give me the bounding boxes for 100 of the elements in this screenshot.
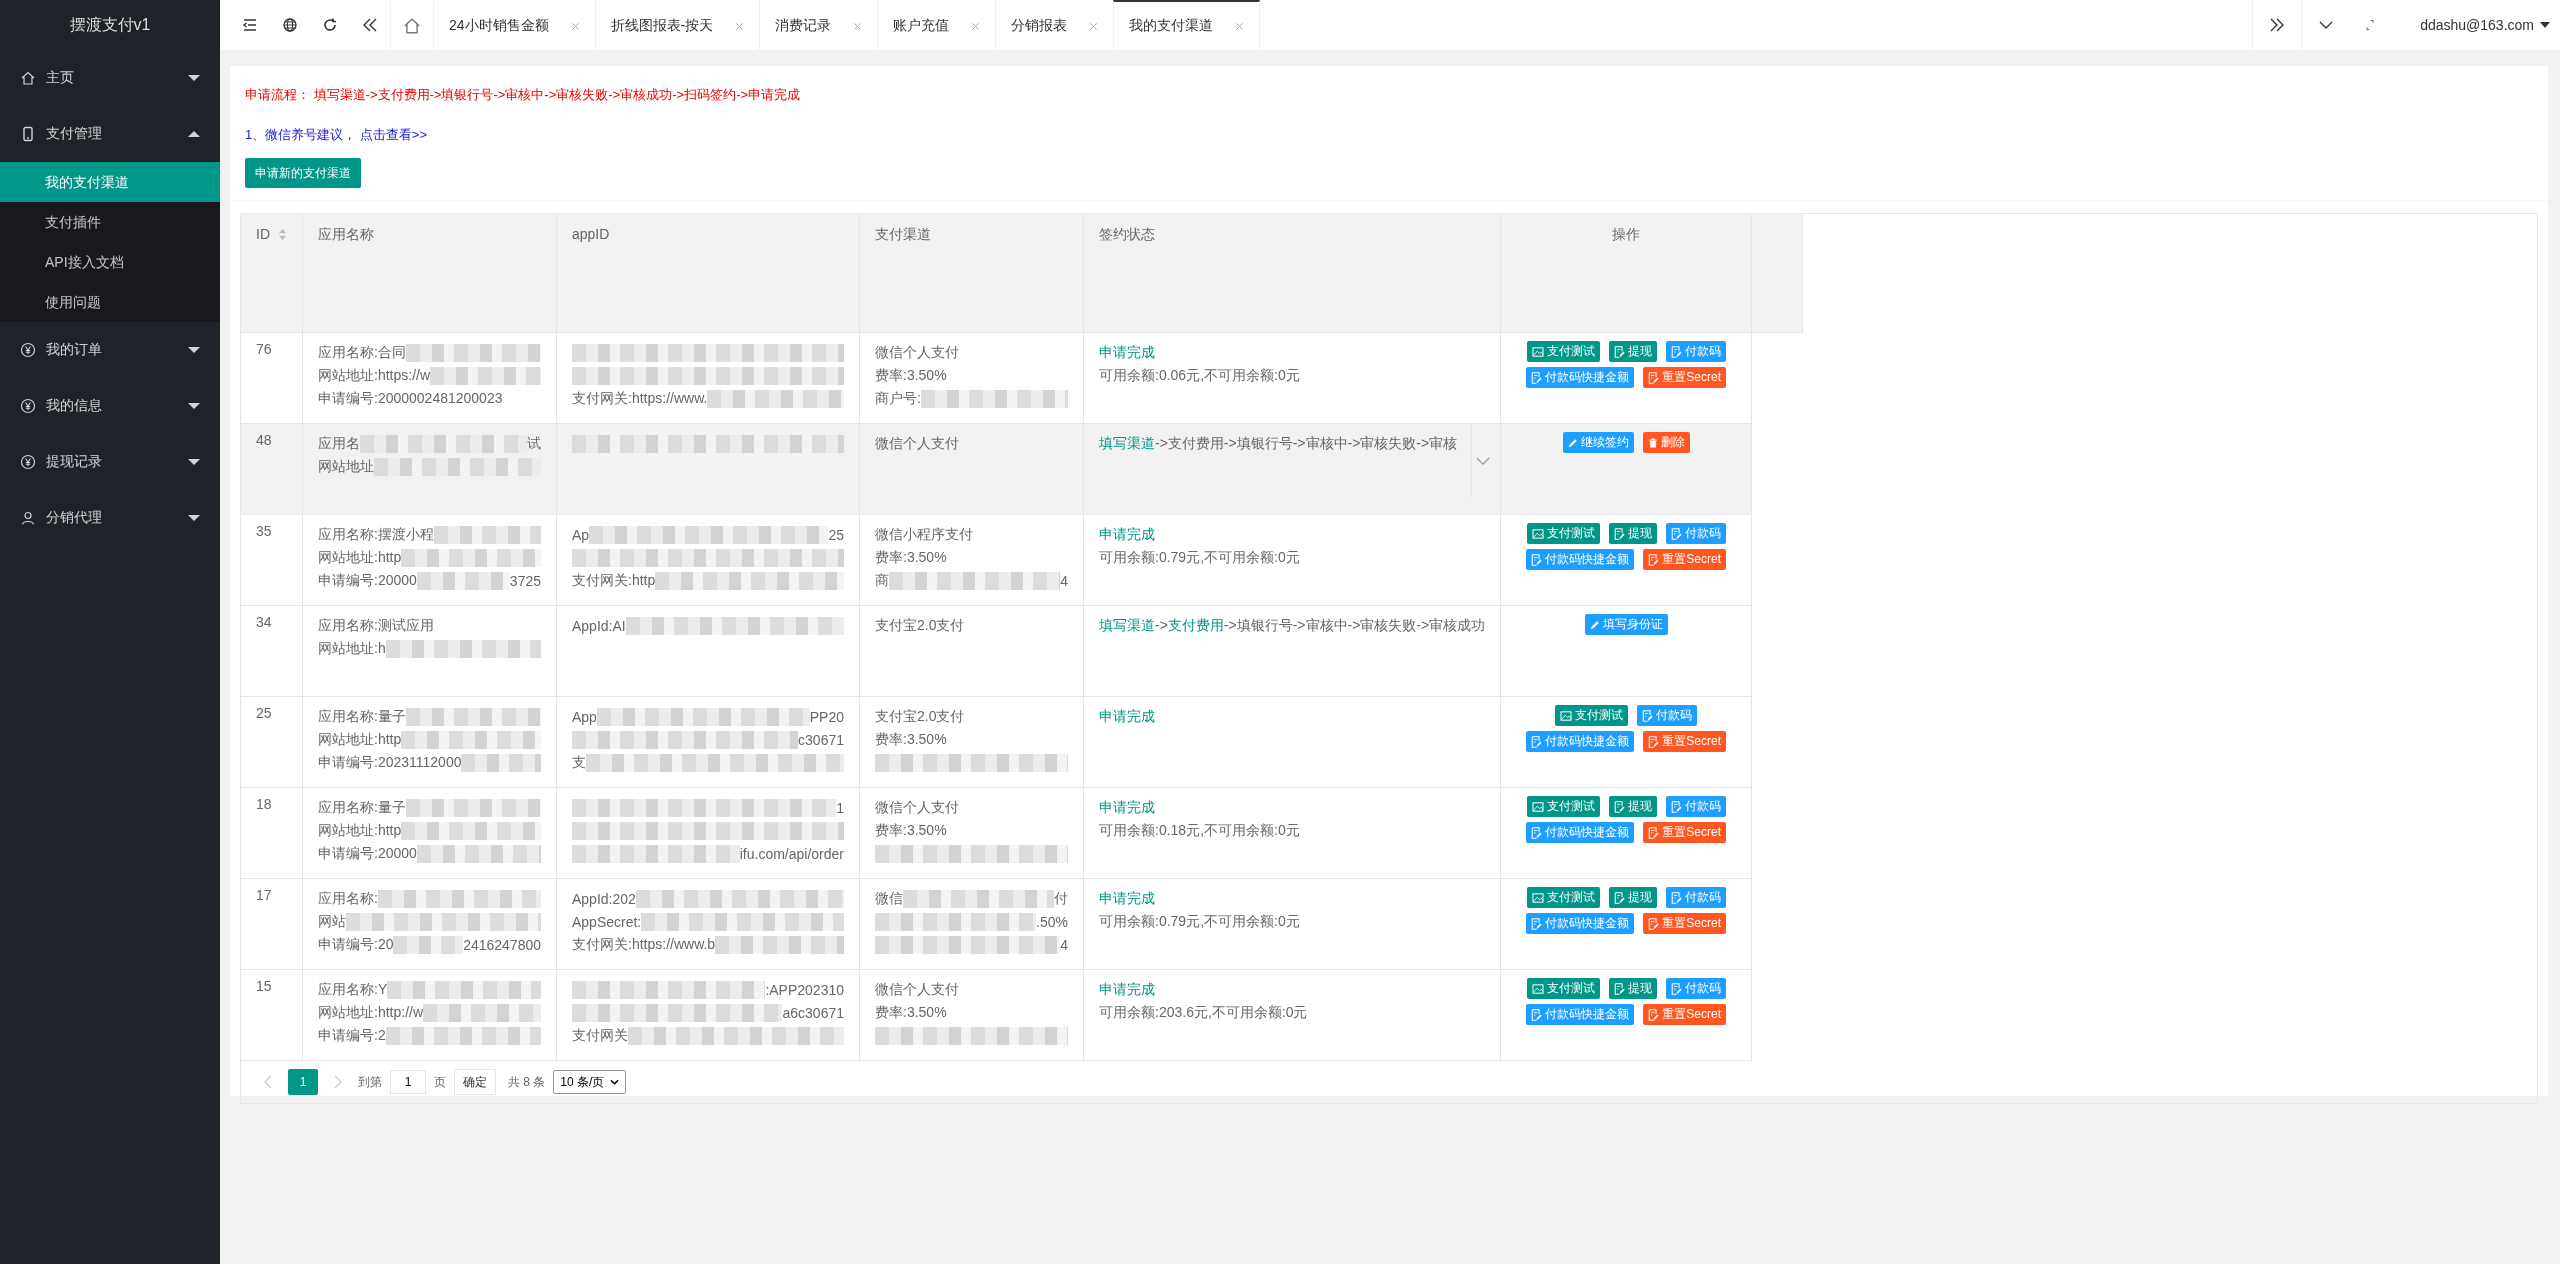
- action-button[interactable]: 重置Secret: [1643, 731, 1727, 752]
- action-button[interactable]: 支付测试: [1526, 796, 1600, 817]
- cell-text: 支付宝2.0支付: [875, 616, 965, 635]
- home-icon: [403, 17, 421, 35]
- page-number[interactable]: 1: [288, 1069, 318, 1095]
- action-button[interactable]: 提现: [1608, 523, 1657, 544]
- fullscreen-icon[interactable]: [2364, 19, 2377, 31]
- action-button[interactable]: 支付测试: [1526, 887, 1600, 908]
- menu-item[interactable]: 支付管理: [0, 106, 220, 162]
- action-button[interactable]: 支付测试: [1526, 978, 1600, 999]
- action-button[interactable]: 支付测试: [1555, 705, 1629, 726]
- action-button[interactable]: 提现: [1608, 978, 1657, 999]
- action-button[interactable]: 付款码: [1665, 341, 1726, 362]
- submenu-item[interactable]: API接入文档: [0, 242, 220, 282]
- page-tab[interactable]: 24小时销售金额: [433, 0, 595, 50]
- status-text: 申请完成: [1099, 707, 1156, 726]
- action-button[interactable]: 重置Secret: [1643, 1004, 1727, 1025]
- globe-icon[interactable]: [282, 17, 298, 33]
- action-button[interactable]: 付款码快捷金额: [1526, 731, 1635, 752]
- app-title: 摆渡支付v1: [68, 15, 152, 35]
- action-button[interactable]: 继续签约: [1562, 432, 1634, 453]
- cell-text: a6c30671: [782, 1004, 844, 1021]
- menu-item[interactable]: 我的订单: [0, 322, 220, 378]
- close-icon[interactable]: [735, 21, 745, 31]
- sort-icon[interactable]: [278, 227, 287, 241]
- page-input[interactable]: 1: [390, 1070, 426, 1094]
- cell-text: 应用名称:Y: [318, 980, 388, 999]
- action-button[interactable]: 提现: [1608, 341, 1657, 362]
- action-button[interactable]: 付款码快捷金额: [1526, 913, 1635, 934]
- menu-fold-icon[interactable]: [242, 17, 258, 33]
- action-button[interactable]: 重置Secret: [1643, 822, 1727, 843]
- submenu-item[interactable]: 我的支付渠道: [0, 162, 220, 202]
- status-text: 申请完成: [1099, 525, 1156, 544]
- cell-text: 支付网关:https://www.: [572, 389, 708, 408]
- close-icon[interactable]: [853, 21, 863, 31]
- action-button[interactable]: 提现: [1608, 887, 1657, 908]
- action-button[interactable]: 付款码快捷金额: [1526, 1004, 1635, 1025]
- close-icon[interactable]: [570, 21, 580, 31]
- action-button[interactable]: 删除: [1642, 432, 1690, 453]
- menu-item[interactable]: 我的信息: [0, 378, 220, 434]
- balance-text: 可用余额:0.06元,不可用余额:0元: [1099, 365, 1301, 385]
- menu-item[interactable]: 提现记录: [0, 434, 220, 490]
- action-button[interactable]: 重置Secret: [1643, 913, 1727, 934]
- cell-text: 微信: [875, 889, 903, 908]
- action-button[interactable]: 提现: [1608, 796, 1657, 817]
- status-text: 申请完成: [1099, 343, 1156, 362]
- caret-down-icon: [610, 1079, 620, 1085]
- action-button[interactable]: 付款码: [1665, 796, 1726, 817]
- action-button[interactable]: 付款码快捷金额: [1526, 367, 1635, 388]
- close-icon[interactable]: [1235, 21, 1245, 31]
- picture-icon: [1560, 710, 1573, 721]
- cell-text: 应用名称:摆渡小程: [318, 525, 434, 544]
- action-button[interactable]: 付款码快捷金额: [1526, 822, 1635, 843]
- page-size-select[interactable]: 10 条/页: [553, 1070, 627, 1094]
- double-right-icon[interactable]: [2269, 17, 2286, 33]
- action-button[interactable]: 重置Secret: [1643, 549, 1727, 570]
- action-button[interactable]: 付款码: [1665, 978, 1726, 999]
- action-button[interactable]: 支付测试: [1526, 341, 1600, 362]
- cell-text: 网站地址:http: [318, 548, 402, 567]
- action-button[interactable]: 付款码快捷金额: [1526, 549, 1635, 570]
- column-header: 操作: [1500, 214, 1752, 333]
- page-tab[interactable]: 我的支付渠道: [1113, 0, 1261, 50]
- caret-down-icon: [2540, 22, 2550, 28]
- submenu-item[interactable]: 使用问题: [0, 282, 220, 322]
- close-icon[interactable]: [971, 21, 981, 31]
- submenu-item[interactable]: 支付插件: [0, 202, 220, 242]
- confirm-button[interactable]: 确定: [454, 1069, 496, 1095]
- menu-item[interactable]: 分销代理: [0, 490, 220, 546]
- cell-text: AppId:AI: [572, 617, 626, 634]
- picture-icon: [1531, 892, 1544, 903]
- cell-text: 付: [1054, 889, 1068, 908]
- page-tab[interactable]: 账户充值: [877, 0, 996, 50]
- cell-text: 应用名称:量子: [318, 707, 406, 726]
- action-button[interactable]: 付款码: [1665, 887, 1726, 908]
- previous-page-icon[interactable]: [264, 1075, 272, 1089]
- double-left-icon[interactable]: [362, 17, 378, 33]
- close-icon[interactable]: [1089, 21, 1099, 31]
- status-text: 申请完成: [1099, 980, 1156, 999]
- user-menu[interactable]: ddashu@163.com: [2390, 0, 2560, 50]
- table-cell: 15: [241, 969, 303, 1061]
- next-page-icon[interactable]: [334, 1075, 342, 1089]
- apply-button[interactable]: 申请新的支付渠道: [245, 158, 361, 188]
- action-button[interactable]: 支付测试: [1526, 523, 1600, 544]
- cell-text: 应用名称:量子: [318, 798, 406, 817]
- action-button[interactable]: 重置Secret: [1643, 367, 1727, 388]
- action-button[interactable]: 填写身份证: [1584, 614, 1668, 635]
- refresh-icon[interactable]: [322, 17, 338, 33]
- edit-document-icon: [1648, 553, 1660, 566]
- edit-document-icon: [1531, 371, 1543, 384]
- cell-text: :APP202310: [765, 981, 844, 998]
- caret-down-icon: [188, 346, 200, 354]
- action-button[interactable]: 付款码: [1637, 705, 1698, 726]
- page-tab[interactable]: 消费记录: [759, 0, 878, 50]
- balance-text: 可用余额:0.79元,不可用余额:0元: [1099, 547, 1301, 567]
- pencil-icon: [1589, 619, 1600, 630]
- menu-item[interactable]: 主页: [0, 50, 220, 106]
- page-tab[interactable]: 折线图报表-按天: [594, 0, 760, 50]
- tip-link[interactable]: 1、微信养号建议， 点击查看>>: [245, 126, 428, 144]
- action-button[interactable]: 付款码: [1665, 523, 1726, 544]
- progress-steps: 填写渠道->支付费用->填银行号->审核中->审核失败->审核: [1099, 432, 1458, 455]
